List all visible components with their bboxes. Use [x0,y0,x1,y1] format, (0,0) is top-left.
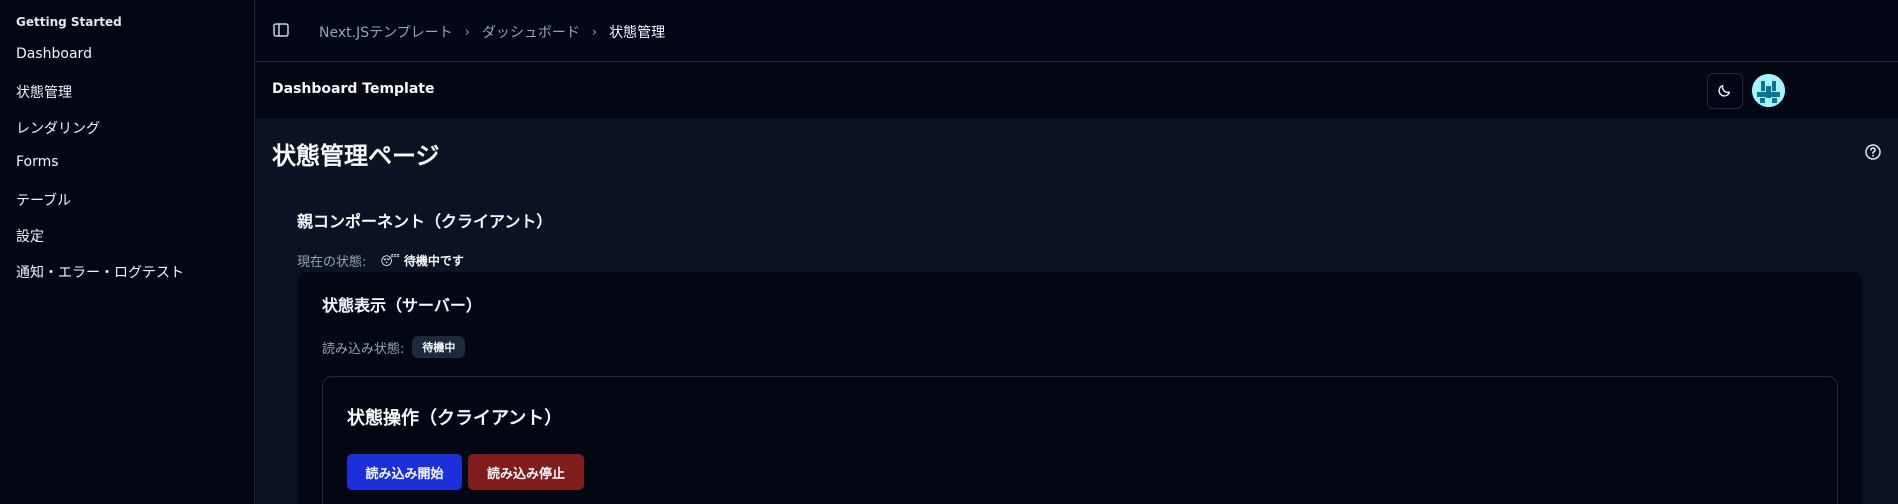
page-title: 状態管理ページ [272,142,440,170]
sidebar-toggle-icon[interactable] [273,22,289,38]
sidebar-item-rendering[interactable]: レンダリング [16,118,100,138]
breadcrumb: Next.JSテンプレート › ダッシュボード › 状態管理 [319,22,665,42]
sidebar-item-notification-test[interactable]: 通知・エラー・ログテスト [16,262,184,282]
sidebar-item-dashboard[interactable]: Dashboard [16,46,92,62]
sidebar-item-settings[interactable]: 設定 [16,226,44,246]
sleeping-face-icon: 😴 [380,254,400,268]
load-status-label: 読み込み状態: [322,341,405,357]
app-header: Dashboard Template [256,62,1898,118]
status-text: 待機中です [403,254,464,268]
sidebar-item-state-management[interactable]: 状態管理 [16,82,72,102]
current-status-value: 😴 待機中です [380,252,463,269]
breadcrumb-separator-icon: › [591,24,598,40]
sidebar-group-label: Getting Started [16,15,122,29]
breadcrumb-separator-icon: › [464,24,470,40]
client-control-card: 状態操作（クライアント） 読み込み開始 読み込み停止 [322,376,1838,504]
breadcrumb-item-dashboard[interactable]: ダッシュボード [482,22,580,42]
current-status-label: 現在の状態: [297,255,367,270]
avatar[interactable] [1752,74,1785,107]
status-badge: 待機中 [412,336,466,358]
server-card-title: 状態表示（サーバー） [322,296,482,315]
breadcrumb-item-home[interactable]: Next.JSテンプレート [319,22,453,42]
start-loading-button[interactable]: 読み込み開始 [347,454,462,490]
current-status: 現在の状態: 😴 待機中です [297,251,464,270]
sidebar-item-table[interactable]: テーブル [16,190,71,210]
sidebar-item-forms[interactable]: Forms [16,154,59,170]
load-status: 読み込み状態: 待機中 [322,336,466,358]
sidebar: Getting Started Dashboard 状態管理 レンダリング Fo… [0,0,255,504]
main-content: 状態管理ページ 親コンポーネント（クライアント） 現在の状態: 😴 待機中です … [256,118,1898,504]
help-circle-icon[interactable] [1864,143,1882,161]
parent-component-title: 親コンポーネント（クライアント） [297,212,553,231]
server-state-card: 状態表示（サーバー） 読み込み状態: 待機中 状態操作（クライアント） 読み込み… [298,272,1862,504]
app-title: Dashboard Template [272,81,435,97]
theme-toggle-button[interactable] [1707,73,1743,109]
stop-loading-button[interactable]: 読み込み停止 [468,454,584,490]
client-card-title: 状態操作（クライアント） [347,408,563,429]
breadcrumb-item-current: 状態管理 [609,25,666,41]
moon-icon [1718,82,1732,101]
topbar: Next.JSテンプレート › ダッシュボード › 状態管理 [256,0,1898,62]
